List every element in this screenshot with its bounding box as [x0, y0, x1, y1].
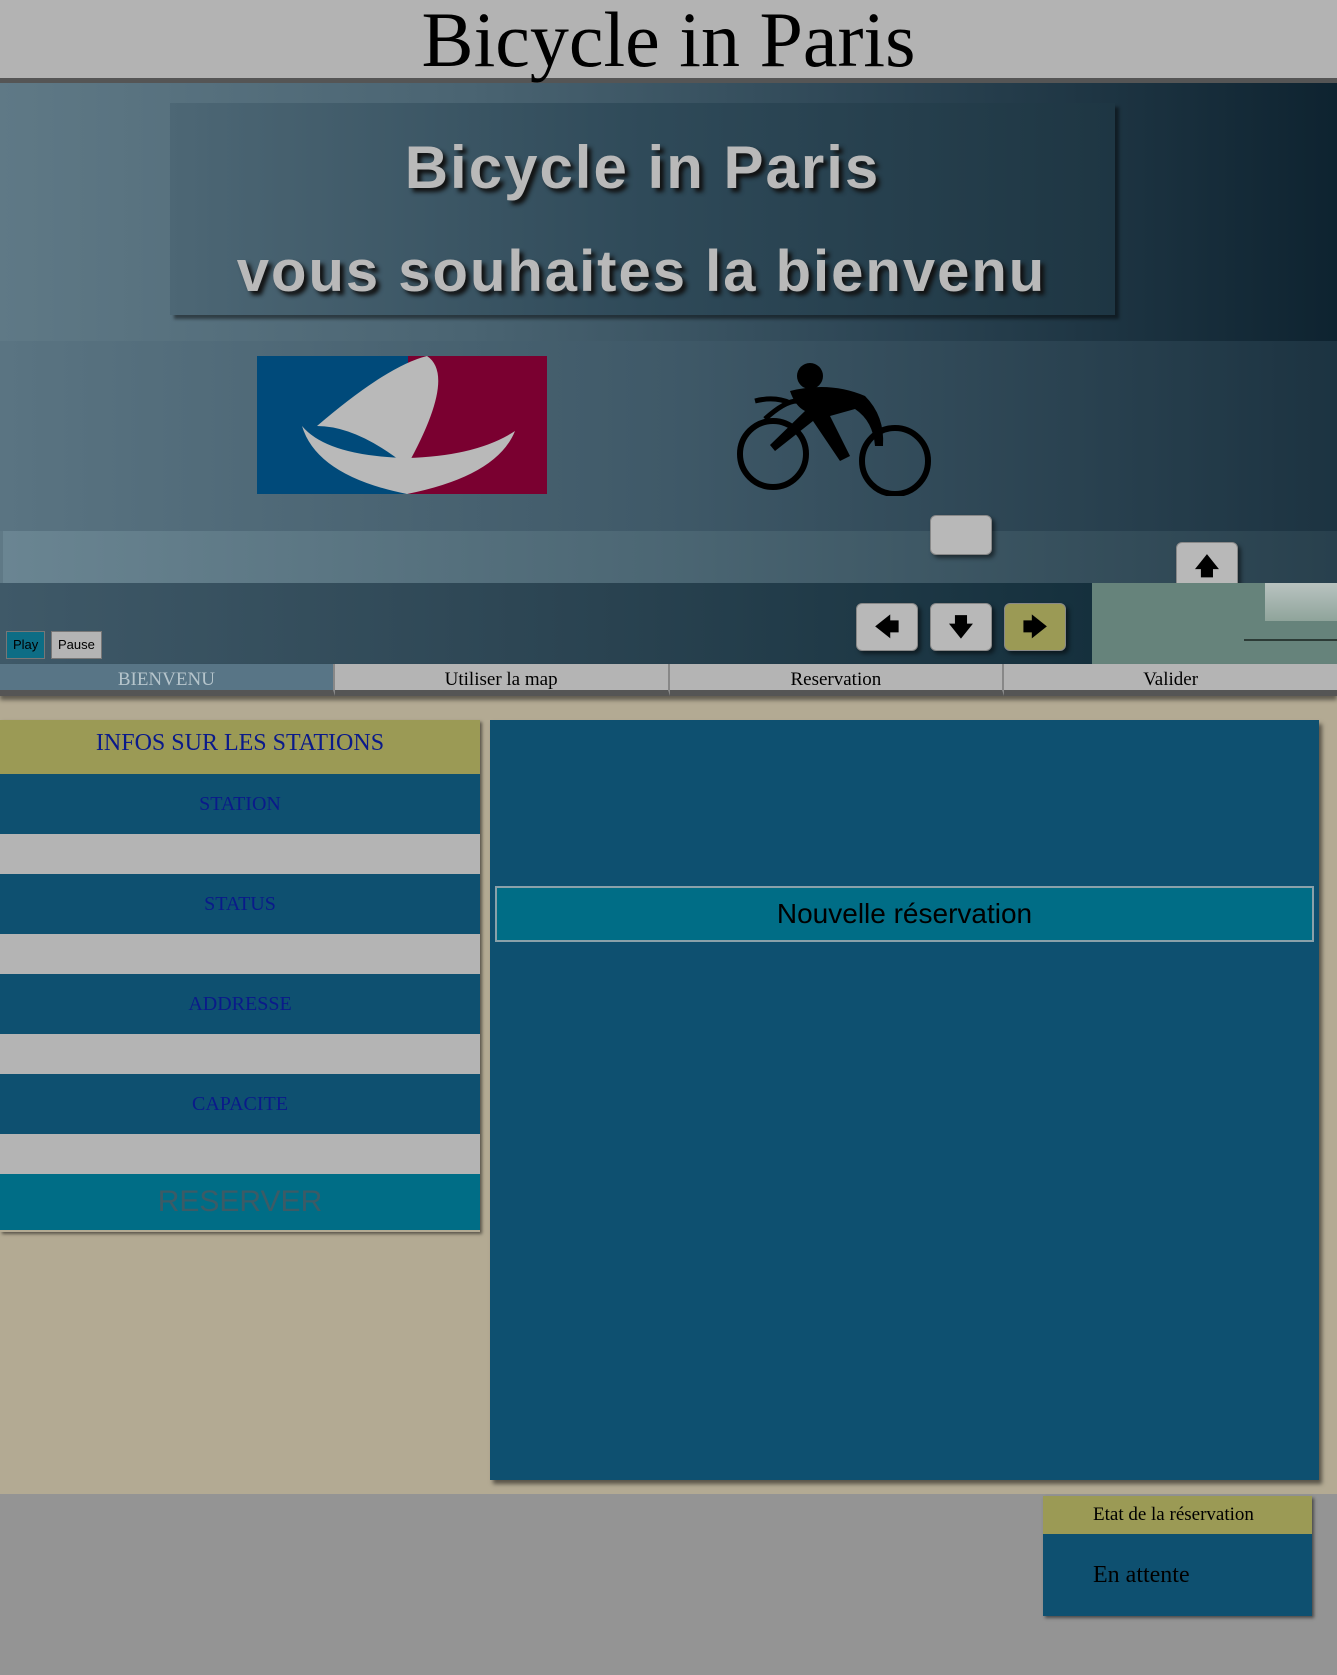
reserve-button[interactable]: RESERVER	[0, 1174, 480, 1230]
station-value	[0, 834, 480, 874]
welcome-banner: Bicycle in Paris vous souhaites la bienv…	[170, 103, 1115, 315]
map-thumbnail-image	[1265, 583, 1337, 621]
logo-band	[0, 341, 1337, 531]
reservation-status-card: Etat de la réservation En attente	[1043, 1496, 1312, 1616]
nav-left-button[interactable]: 🡄	[856, 603, 918, 651]
tab-reservation[interactable]: Reservation	[669, 664, 1005, 696]
tab-bienvenu[interactable]: BIENVENU	[0, 664, 335, 696]
address-label: ADDRESSE	[0, 974, 480, 1034]
tab-valider[interactable]: Valider	[1004, 664, 1337, 696]
map-thumbnail-divider	[1244, 639, 1337, 641]
cyclist-icon	[735, 361, 935, 501]
region-logo	[257, 356, 547, 494]
nav-up-button-partial[interactable]	[930, 515, 992, 555]
welcome-line-2: vous souhaites la bienvenu	[236, 239, 1047, 304]
site-header: Bicycle in Paris	[0, 0, 1337, 83]
slider-lower-band	[3, 531, 1337, 583]
station-label: STATION	[0, 774, 480, 834]
address-value	[0, 1034, 480, 1074]
nav-down-button[interactable]: 🡇	[930, 603, 992, 651]
tab-utiliser-la-map[interactable]: Utiliser la map	[334, 664, 670, 696]
pause-button[interactable]: Pause	[51, 631, 102, 659]
play-button[interactable]: Play	[6, 631, 46, 659]
map-thumbnail	[1092, 583, 1337, 664]
capacity-value	[0, 1134, 480, 1174]
reservation-status-value: En attente	[1043, 1534, 1312, 1616]
status-label: STATUS	[0, 874, 480, 934]
page-title: Bicycle in Paris	[421, 0, 916, 83]
map-area[interactable]: Nouvelle réservation	[490, 720, 1319, 1480]
station-info-panel: INFOS SUR LES STATIONS STATION STATUS AD…	[0, 720, 480, 1232]
welcome-slider: Bicycle in Paris vous souhaites la bienv…	[0, 83, 1337, 664]
reservation-status-title: Etat de la réservation	[1043, 1496, 1312, 1534]
status-value	[0, 934, 480, 974]
slider-controls-bar	[0, 583, 1092, 664]
welcome-line-1: Bicycle in Paris	[404, 134, 881, 201]
new-reservation-button[interactable]: Nouvelle réservation	[495, 886, 1314, 942]
capacity-label: CAPACITE	[0, 1074, 480, 1134]
station-panel-title: INFOS SUR LES STATIONS	[0, 720, 480, 774]
nav-right-button[interactable]: 🡆	[1004, 603, 1066, 651]
main-tabs: BIENVENU Utiliser la map Reservation Val…	[0, 664, 1337, 696]
